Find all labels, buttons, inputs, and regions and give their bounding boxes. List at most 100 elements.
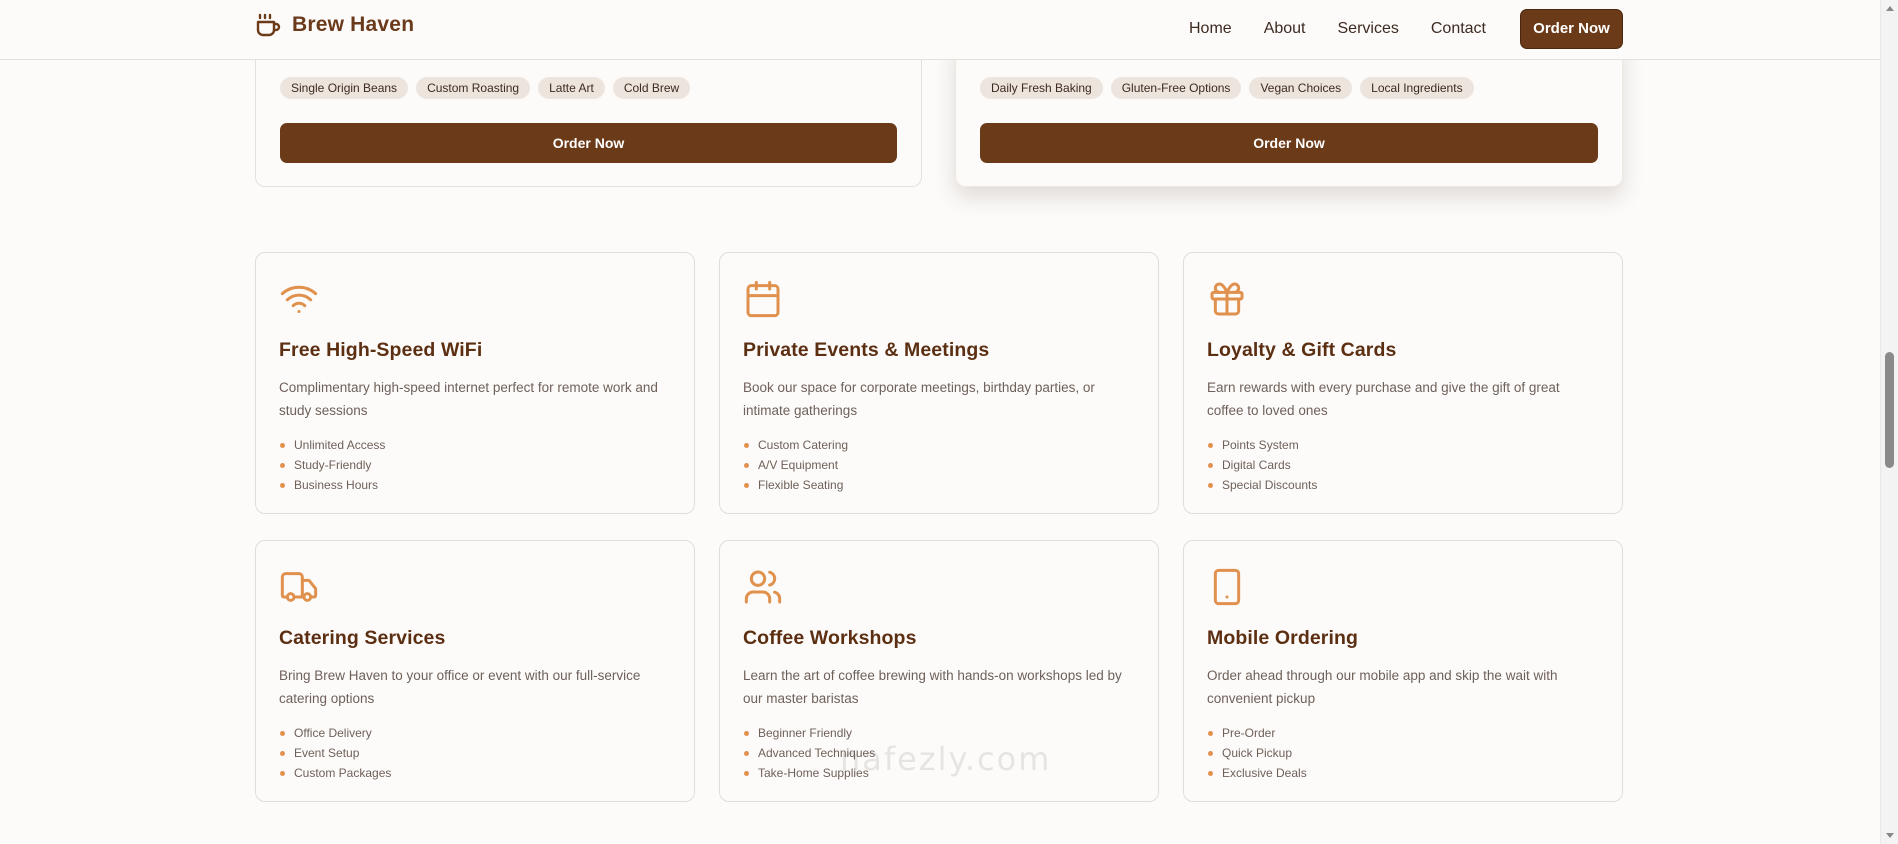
bullet-dot: [1208, 750, 1213, 756]
service-title: Free High-Speed WiFi: [279, 339, 483, 361]
feature-list: Points System Digital Cards Special Disc…: [1207, 435, 1599, 495]
product-tag: Local Ingredients: [1360, 77, 1474, 99]
product-order-now-button[interactable]: Order Now: [280, 123, 897, 163]
service-title: Mobile Ordering: [1207, 627, 1359, 649]
feature-label: Custom Packages: [294, 766, 392, 780]
bullet-dot: [744, 750, 749, 756]
feature-label: Special Discounts: [1222, 478, 1318, 492]
feature-item: Event Setup: [279, 743, 671, 763]
feature-item: Flexible Seating: [743, 475, 1135, 495]
product-tag: Single Origin Beans: [280, 77, 409, 99]
service-description: Bring Brew Haven to your office or event…: [279, 668, 641, 706]
nav-links: Home About Services Contact Order Now: [1189, 9, 1623, 49]
service-title: Coffee Workshops: [743, 627, 917, 649]
nav-order-now-button[interactable]: Order Now: [1520, 9, 1623, 49]
feature-item: Custom Packages: [279, 763, 671, 783]
coffee-cup-icon: [256, 13, 283, 37]
feature-item: Custom Catering: [743, 435, 1135, 455]
feature-item: Take-Home Supplies: [743, 763, 1135, 783]
bullet-dot: [744, 442, 749, 448]
product-card-bakery: Daily Fresh Baking Gluten-Free Options V…: [955, 40, 1623, 187]
bullet-dot: [280, 770, 285, 776]
scroll-up-arrow-icon[interactable]: [1886, 6, 1894, 11]
service-card-events: Private Events & Meetings Book our space…: [719, 252, 1159, 514]
service-card-workshops: Coffee Workshops Learn the art of coffee…: [719, 540, 1159, 802]
feature-item: Office Delivery: [279, 723, 671, 743]
feature-label: Digital Cards: [1222, 458, 1291, 472]
bullet-dot: [1208, 462, 1213, 468]
product-tags: Daily Fresh Baking Gluten-Free Options V…: [980, 77, 1474, 99]
feature-label: A/V Equipment: [758, 458, 839, 472]
scrollbar-thumb[interactable]: [1885, 352, 1894, 468]
feature-label: Custom Catering: [758, 438, 849, 452]
feature-label: Advanced Techniques: [758, 746, 876, 760]
feature-item: Quick Pickup: [1207, 743, 1599, 763]
feature-item: Beginner Friendly: [743, 723, 1135, 743]
service-card-catering: Catering Services Bring Brew Haven to yo…: [255, 540, 695, 802]
bullet-dot: [1208, 442, 1213, 448]
service-title: Loyalty & Gift Cards: [1207, 339, 1397, 361]
gift-icon: [1207, 279, 1249, 319]
feature-label: Event Setup: [294, 746, 360, 760]
feature-item: Digital Cards: [1207, 455, 1599, 475]
feature-label: Unlimited Access: [294, 438, 386, 452]
nav-link-services[interactable]: Services: [1338, 10, 1399, 48]
feature-item: Business Hours: [279, 475, 671, 495]
service-description: Learn the art of coffee brewing with han…: [743, 668, 1122, 706]
bullet-dot: [280, 442, 285, 448]
bullet-dot: [280, 730, 285, 736]
users-icon: [743, 567, 785, 607]
nav-link-contact[interactable]: Contact: [1431, 10, 1486, 48]
product-tag: Vegan Choices: [1249, 77, 1353, 99]
feature-list: Unlimited Access Study-Friendly Business…: [279, 435, 671, 495]
product-tag: Gluten-Free Options: [1110, 77, 1242, 99]
smartphone-icon: [1207, 567, 1249, 607]
feature-label: Office Delivery: [294, 726, 372, 740]
service-description: Complimentary high-speed internet perfec…: [279, 380, 658, 418]
feature-item: Pre-Order: [1207, 723, 1599, 743]
feature-list: Custom Catering A/V Equipment Flexible S…: [743, 435, 1135, 495]
brand-logo[interactable]: Brew Haven: [256, 13, 414, 37]
bullet-dot: [280, 750, 285, 756]
product-card-coffee: Single Origin Beans Custom Roasting Latt…: [255, 40, 922, 187]
product-tag: Cold Brew: [612, 77, 691, 99]
feature-item: Advanced Techniques: [743, 743, 1135, 763]
feature-label: Quick Pickup: [1222, 746, 1293, 760]
page-scrollbar[interactable]: [1880, 0, 1898, 844]
scroll-down-arrow-icon[interactable]: [1886, 833, 1894, 838]
feature-label: Beginner Friendly: [758, 726, 853, 740]
feature-item: Points System: [1207, 435, 1599, 455]
service-card-mobile: Mobile Ordering Order ahead through our …: [1183, 540, 1623, 802]
product-order-now-button[interactable]: Order Now: [980, 123, 1598, 163]
feature-label: Study-Friendly: [294, 458, 372, 472]
bullet-dot: [280, 462, 285, 468]
feature-label: Pre-Order: [1222, 726, 1276, 740]
bullet-dot: [1208, 730, 1213, 736]
product-tag: Latte Art: [538, 77, 605, 99]
nav-link-about[interactable]: About: [1264, 10, 1306, 48]
truck-icon: [279, 567, 321, 607]
service-card-wifi: Free High-Speed WiFi Complimentary high-…: [255, 252, 695, 514]
bullet-dot: [744, 462, 749, 468]
feature-item: Exclusive Deals: [1207, 763, 1599, 783]
product-tags: Single Origin Beans Custom Roasting Latt…: [280, 77, 691, 99]
service-title: Catering Services: [279, 627, 446, 649]
feature-item: Study-Friendly: [279, 455, 671, 475]
feature-list: Office Delivery Event Setup Custom Packa…: [279, 723, 671, 783]
feature-label: Points System: [1222, 438, 1299, 452]
brand-name: Brew Haven: [292, 13, 415, 36]
services-grid: Free High-Speed WiFi Complimentary high-…: [255, 252, 1623, 802]
feature-item: Unlimited Access: [279, 435, 671, 455]
feature-label: Flexible Seating: [758, 478, 844, 492]
calendar-icon: [743, 279, 785, 319]
feature-item: Special Discounts: [1207, 475, 1599, 495]
service-description: Order ahead through our mobile app and s…: [1207, 668, 1558, 706]
bullet-dot: [1208, 482, 1213, 488]
feature-label: Take-Home Supplies: [758, 766, 869, 780]
nav-link-home[interactable]: Home: [1189, 10, 1232, 48]
product-tag: Daily Fresh Baking: [980, 77, 1103, 99]
bullet-dot: [1208, 770, 1213, 776]
bullet-dot: [744, 730, 749, 736]
feature-list: Pre-Order Quick Pickup Exclusive Deals: [1207, 723, 1599, 783]
wifi-icon: [279, 279, 321, 319]
